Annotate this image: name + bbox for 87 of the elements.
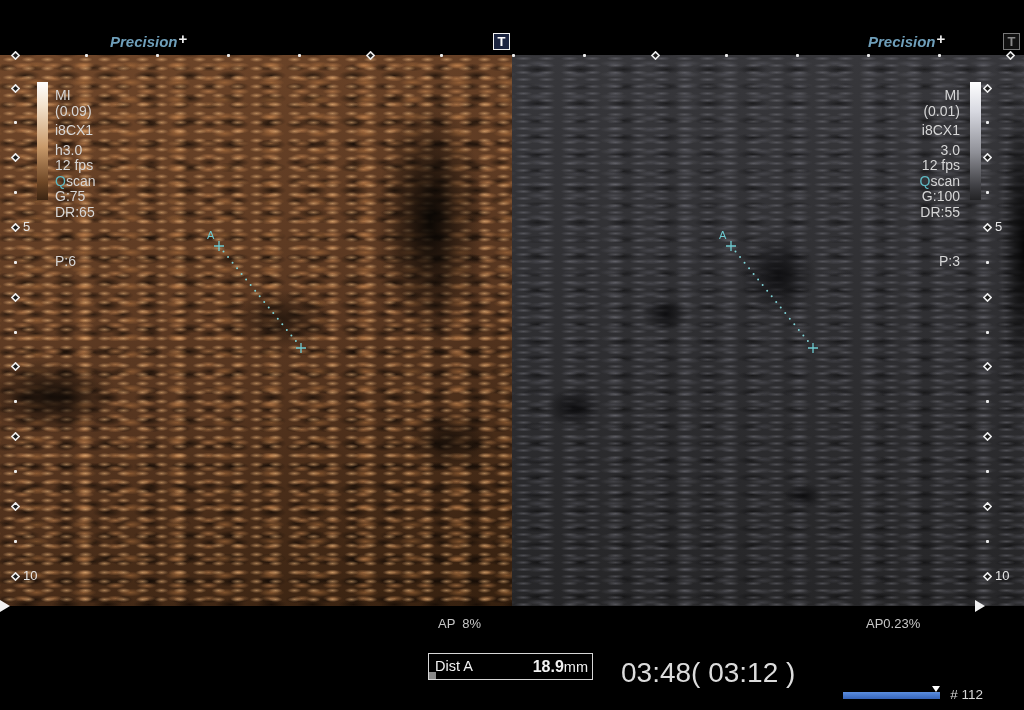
parameter-label: 12 fps [921,158,960,174]
crosshair-icon[interactable] [807,342,819,354]
parameter-label: i8CX1 [921,123,960,139]
diamond-tick-icon [10,362,20,372]
dot-tick-icon [985,400,989,404]
dot-tick-icon [937,53,941,57]
depth-label: 5 [23,220,31,235]
frame-number: # 112 [950,687,984,703]
diamond-tick-icon [982,501,992,511]
dot-tick-icon [795,53,799,57]
diamond-tick-icon [10,83,20,93]
parameter-label: Qscan [919,173,960,189]
brand-label: Precision+ [868,33,946,50]
diamond-tick-icon [982,432,992,442]
diamond-tick-icon [10,50,20,60]
crosshair-icon[interactable] [725,240,737,252]
brand-label: Precision+ [110,33,188,50]
diamond-tick-icon [982,292,992,302]
parameter-label: G:75 [55,189,86,205]
diamond-tick-icon [10,571,20,581]
dot-tick-icon [439,53,443,57]
depth-label: 10 [995,569,1010,584]
text-toggle-button[interactable]: T [493,33,510,50]
dot-tick-icon [866,53,870,57]
diamond-tick-icon [982,362,992,372]
dot-tick-icon [297,53,301,57]
dot-tick-icon [84,53,88,57]
dot-tick-icon [985,121,989,125]
parameter-label: Qscan [55,173,96,189]
parameter-label: G:100 [921,189,960,205]
caliper-label: A [207,229,215,241]
dot-tick-icon [511,53,515,57]
triangle-marker-icon [975,600,985,612]
dot-tick-icon [985,260,989,264]
elapsed-time: 03:48( 03:12 ) [621,657,796,689]
crosshair-icon[interactable] [213,240,225,252]
diamond-tick-icon [982,222,992,232]
cine-progress-track[interactable] [843,686,941,699]
triangle-marker-icon [0,600,10,612]
dot-tick-icon [985,191,989,195]
parameter-label: i8CX1 [55,123,94,139]
measurement-value: 18.9mm [532,657,588,676]
dot-tick-icon [13,400,17,404]
diamond-tick-icon [982,83,992,93]
parameter-label: (0.09) [55,103,92,119]
dot-tick-icon [226,53,230,57]
diamond-tick-icon [10,501,20,511]
diamond-tick-icon [10,153,20,163]
dot-tick-icon [13,469,17,473]
diamond-tick-icon [10,292,20,302]
diamond-tick-icon [650,50,660,60]
dot-tick-icon [985,539,989,543]
acoustic-power-label: AP0.23% [866,616,921,631]
measurement-name: Dist A [435,658,473,675]
crosshair-icon[interactable] [295,342,307,354]
dot-tick-icon [155,53,159,57]
dot-tick-icon [582,53,586,57]
square-marker-icon [429,672,436,679]
dot-tick-icon [13,539,17,543]
parameter-label: h3.0 [55,142,83,158]
parameter-label: MI [55,88,71,104]
parameter-label: 3.0 [940,142,960,158]
preset-label: P:3 [939,254,960,270]
caliper-label: A [719,229,727,241]
depth-label: 10 [23,569,38,584]
parameter-label: 12 fps [55,158,94,174]
depth-label: 5 [995,220,1003,235]
diamond-tick-icon [10,222,20,232]
dot-tick-icon [13,191,17,195]
acoustic-power-label: AP 8% [438,616,482,631]
dot-tick-icon [13,260,17,264]
parameter-label: MI [944,88,960,104]
dot-tick-icon [985,469,989,473]
diamond-tick-icon [10,432,20,442]
diamond-tick-icon [982,571,992,581]
preset-label: P:6 [55,254,76,270]
dot-tick-icon [13,121,17,125]
dot-tick-icon [985,330,989,334]
parameter-label: DR:65 [55,204,95,220]
parameter-label: DR:55 [920,204,960,220]
diamond-tick-icon [365,50,375,60]
dot-tick-icon [724,53,728,57]
text-toggle-button[interactable]: T [1003,33,1020,50]
dot-tick-icon [13,330,17,334]
diamond-tick-icon [982,153,992,163]
parameter-label: (0.01) [923,103,960,119]
progress-thumb-icon[interactable] [932,686,941,692]
